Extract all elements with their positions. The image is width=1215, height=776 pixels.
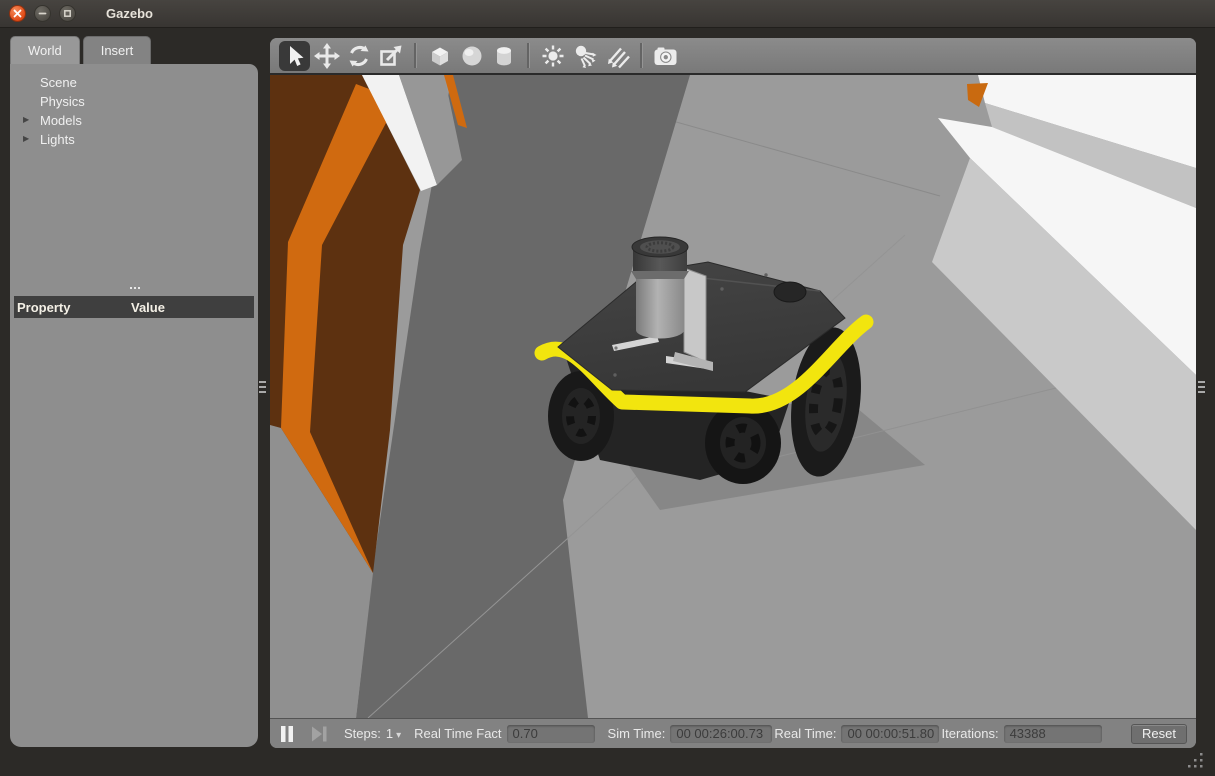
select-tool-button[interactable] [279,41,310,71]
close-icon[interactable] [9,5,26,22]
tree-item-label: Scene [40,75,77,90]
steps-spinbox[interactable]: Steps: 1 ▾ [344,726,401,741]
left-splitter-grip[interactable] [259,381,266,395]
pause-icon [279,725,295,743]
box-tool-button[interactable] [424,41,455,71]
directional-light-tool-button[interactable] [601,41,632,71]
toolbar-separator [527,43,529,68]
rtf-field: 0.70 [507,725,595,743]
expand-arrow-icon[interactable]: ▶ [23,134,29,143]
simulation-status-bar: Steps: 1 ▾ Real Time Fact 0.70 Sim Time:… [270,718,1196,748]
tab-insert[interactable]: Insert [83,36,152,64]
dropdown-caret-icon[interactable]: ▾ [396,730,401,741]
steps-label: Steps: [344,726,381,741]
translate-tool-button[interactable] [311,41,342,71]
render-viewport-panel: Steps: 1 ▾ Real Time Fact 0.70 Sim Time:… [270,38,1196,748]
expand-arrow-icon[interactable]: ▶ [23,115,29,124]
value-column-header: Value [131,300,165,315]
reset-button[interactable]: Reset [1131,724,1187,744]
iterations-label: Iterations: [941,726,998,741]
translate-icon [313,42,341,70]
step-icon [310,725,328,743]
maximize-icon[interactable] [59,5,76,22]
splitter-grip-icon[interactable] [130,287,144,291]
spot-light-tool-button[interactable] [569,41,600,71]
lidar-mount-plate [684,268,706,362]
window-title: Gazebo [106,6,153,21]
toolbar-separator [640,43,642,68]
tree-item-physics[interactable]: Physics [10,92,258,111]
render-toolbar [270,38,1196,75]
scale-tool-button[interactable] [375,41,406,71]
tree-item-models[interactable]: ▶ Models [10,111,258,130]
left-panel: World Insert Scene Physics ▶ Models ▶ Li… [10,36,258,747]
panel-tabs: World Insert [10,36,258,64]
cylinder-icon [490,42,518,70]
point-light-icon [539,42,567,70]
screenshot-tool-button[interactable] [650,41,681,71]
right-splitter-grip[interactable] [1198,381,1205,395]
pause-button[interactable] [279,725,295,743]
box-icon [426,42,454,70]
select-arrow-icon [282,43,308,69]
render-3d-view[interactable] [270,75,1196,718]
real-time-label: Real Time: [774,726,836,741]
scene-canvas[interactable] [270,75,1196,718]
rotate-icon [345,42,373,70]
tree-item-label: Models [40,113,82,128]
resize-grip-icon[interactable] [1186,751,1206,771]
tree-item-lights[interactable]: ▶ Lights [10,130,258,149]
rtf-label: Real Time Fact [414,726,501,741]
steps-value[interactable]: 1 [386,726,393,741]
property-column-header: Property [14,300,131,315]
lidar-sensor [631,237,689,339]
spot-light-icon [571,42,599,70]
minimize-icon[interactable] [34,5,51,22]
tree-item-scene[interactable]: Scene [10,73,258,92]
rotate-tool-button[interactable] [343,41,374,71]
tree-item-label: Physics [40,94,85,109]
iterations-field: 43388 [1004,725,1102,743]
tab-world[interactable]: World [10,36,80,64]
toolbar-separator [414,43,416,68]
screenshot-camera-icon [651,42,680,70]
world-panel-body: Scene Physics ▶ Models ▶ Lights Property… [10,64,258,747]
tree-item-label: Lights [40,132,75,147]
sim-time-label: Sim Time: [608,726,666,741]
antenna-knob [774,282,806,302]
step-button[interactable] [310,725,328,743]
front-right-wheel [705,402,781,484]
property-table-header: Property Value [14,296,254,318]
sim-time-field: 00 00:26:00.73 [670,725,772,743]
world-tree: Scene Physics ▶ Models ▶ Lights [10,64,258,149]
real-time-field: 00 00:00:51.80 [841,725,939,743]
sphere-tool-button[interactable] [456,41,487,71]
directional-light-icon [603,42,631,70]
point-light-tool-button[interactable] [537,41,568,71]
sphere-icon [458,42,486,70]
scale-icon [377,42,405,70]
cylinder-tool-button[interactable] [488,41,519,71]
titlebar: Gazebo [0,0,1215,28]
